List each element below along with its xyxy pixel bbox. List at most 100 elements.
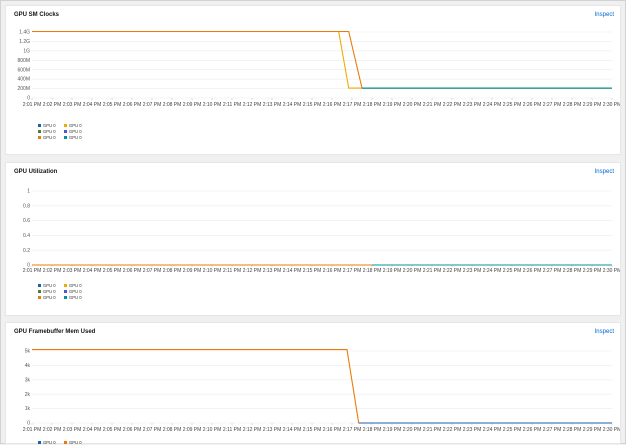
x-tick-label: 2:15 PM — [303, 102, 322, 108]
x-tick-label: 2:09 PM — [183, 102, 202, 108]
x-tick-label: 2:10 PM — [203, 427, 222, 433]
x-tick-label: 2:03 PM — [63, 427, 82, 433]
x-tick-label: 2:09 PM — [183, 427, 202, 433]
legend-label: GPU 0 — [43, 135, 56, 140]
x-tick-label: 2:06 PM — [123, 102, 142, 108]
legend-item[interactable]: GPU 0 — [38, 289, 56, 294]
y-tick-label: 0.4 — [23, 233, 30, 239]
x-tick-label: 2:24 PM — [483, 427, 502, 433]
y-tick-label: 1.4G — [19, 30, 30, 36]
x-tick-label: 2:01 PM — [23, 102, 42, 108]
x-tick-label: 2:22 PM — [443, 427, 462, 433]
x-tick-label: 2:07 PM — [143, 427, 162, 433]
legend-label: GPU 0 — [69, 283, 82, 288]
legend-item[interactable]: GPU 0 — [38, 135, 56, 140]
x-tick-label: 2:17 PM — [343, 268, 362, 274]
x-tick-label: 2:19 PM — [383, 427, 402, 433]
x-tick-label: 2:10 PM — [203, 268, 222, 274]
y-tick-label: 0 — [27, 96, 30, 102]
x-tick-label: 2:27 PM — [543, 102, 562, 108]
y-tick-label: 0.2 — [23, 248, 30, 254]
legend-swatch — [64, 124, 67, 128]
series-line — [32, 349, 612, 424]
x-tick-label: 2:18 PM — [363, 268, 382, 274]
legend-swatch — [64, 136, 67, 140]
legend-item[interactable]: GPU 0 — [64, 440, 82, 445]
y-tick-label: 2k — [25, 392, 31, 398]
x-tick-label: 2:06 PM — [123, 268, 142, 274]
x-tick-label: 2:24 PM — [483, 268, 502, 274]
x-tick-label: 2:14 PM — [283, 427, 302, 433]
legend-swatch — [64, 284, 67, 288]
legend-item[interactable]: GPU 0 — [38, 440, 56, 445]
x-tick-label: 2:05 PM — [103, 102, 122, 108]
x-tick-label: 2:25 PM — [503, 268, 522, 274]
x-tick-label: 2:29 PM — [583, 268, 602, 274]
legend-item[interactable]: GPU 0 — [64, 129, 82, 134]
x-tick-label: 2:19 PM — [383, 102, 402, 108]
x-tick-label: 2:03 PM — [63, 102, 82, 108]
y-tick-label: 0.8 — [23, 203, 30, 209]
x-tick-label: 2:13 PM — [263, 102, 282, 108]
legend-item[interactable]: GPU 0 — [38, 295, 56, 300]
x-tick-label: 2:06 PM — [123, 427, 142, 433]
legend-item[interactable]: GPU 0 — [64, 289, 82, 294]
legend-item[interactable]: GPU 0 — [38, 129, 56, 134]
y-tick-label: 1.2G — [19, 39, 30, 45]
y-tick-label: 200M — [17, 86, 30, 92]
x-tick-label: 2:21 PM — [423, 102, 442, 108]
x-tick-label: 2:11 PM — [223, 427, 241, 433]
panel-gpu-utilization: GPU Utilization Inspect 1 0.8 0.6 0.4 0.2 0 2:… — [5, 162, 621, 316]
x-tick-label: 2:18 PM — [363, 102, 382, 108]
x-tick-label: 2:21 PM — [423, 427, 442, 433]
legend-item[interactable]: GPU 0 — [38, 123, 56, 128]
y-tick-label: 800M — [17, 58, 30, 64]
x-tick-label: 2:07 PM — [143, 102, 162, 108]
x-tick-label: 2:23 PM — [463, 427, 482, 433]
legend-label: GPU 0 — [69, 135, 82, 140]
legend-swatch — [38, 136, 41, 140]
x-tick-label: 2:28 PM — [563, 102, 582, 108]
x-tick-label: 2:20 PM — [403, 268, 422, 274]
panel-gpu-sm-clocks: GPU SM Clocks Inspect 1.4G 1.2G 1G 800M 600M… — [5, 5, 621, 155]
x-tick-label: 2:05 PM — [103, 427, 122, 433]
x-tick-label: 2:19 PM — [383, 268, 402, 274]
x-tick-label: 2:16 PM — [323, 268, 342, 274]
x-tick-label: 2:11 PM — [223, 268, 241, 274]
x-tick-label: 2:27 PM — [543, 427, 562, 433]
x-tick-label: 2:14 PM — [283, 268, 302, 274]
legend-swatch — [38, 130, 41, 134]
chart-gpu-framebuffer-mem-used: 5k4k3k2k1k02:01 PM 2:02 PM 2:03 PM 2:04 PM 2… — [23, 349, 620, 433]
x-tick-label: 2:12 PM — [243, 427, 262, 433]
legend-label: GPU 0 — [43, 440, 56, 445]
x-tick-label: 2:17 PM — [343, 102, 362, 108]
legend-label: GPU 0 — [69, 123, 82, 128]
y-tick-label: 400M — [17, 77, 30, 83]
legend-swatch — [38, 296, 41, 300]
x-tick-label: 2:27 PM — [543, 268, 562, 274]
x-tick-label: 2:16 PM — [323, 427, 342, 433]
x-tick-label: 2:08 PM — [163, 268, 182, 274]
legend-item[interactable]: GPU 0 — [38, 283, 56, 288]
legend-label: GPU 0 — [69, 295, 82, 300]
x-tick-label: 2:02 PM — [43, 427, 62, 433]
y-tick-label: 1 — [27, 189, 30, 195]
x-tick-label: 2:11 PM — [223, 102, 241, 108]
y-tick-label: 0.6 — [23, 218, 30, 224]
x-tick-label: 2:09 PM — [183, 268, 202, 274]
chart-gpu-sm-clocks: 1.4G 1.2G 1G 800M 600M 400M 200M 02:01 PM 2:02 P… — [17, 30, 620, 108]
legend-item[interactable]: GPU 0 — [64, 123, 82, 128]
legend-item[interactable]: GPU 0 — [64, 283, 82, 288]
x-tick-label: 2:04 PM — [83, 268, 102, 274]
y-tick-label: 3k — [25, 377, 31, 383]
x-tick-label: 2:22 PM — [443, 268, 462, 274]
x-tick-label: 2:26 PM — [523, 427, 542, 433]
x-tick-label: 2:20 PM — [403, 102, 422, 108]
legend-label: GPU 0 — [69, 129, 82, 134]
legend-item[interactable]: GPU 0 — [64, 135, 82, 140]
x-tick-label: 2:02 PM — [43, 102, 62, 108]
legend-item[interactable]: GPU 0 — [64, 295, 82, 300]
x-tick-label: 2:22 PM — [443, 102, 462, 108]
x-tick-label: 2:23 PM — [463, 268, 482, 274]
legend-swatch — [38, 124, 41, 128]
